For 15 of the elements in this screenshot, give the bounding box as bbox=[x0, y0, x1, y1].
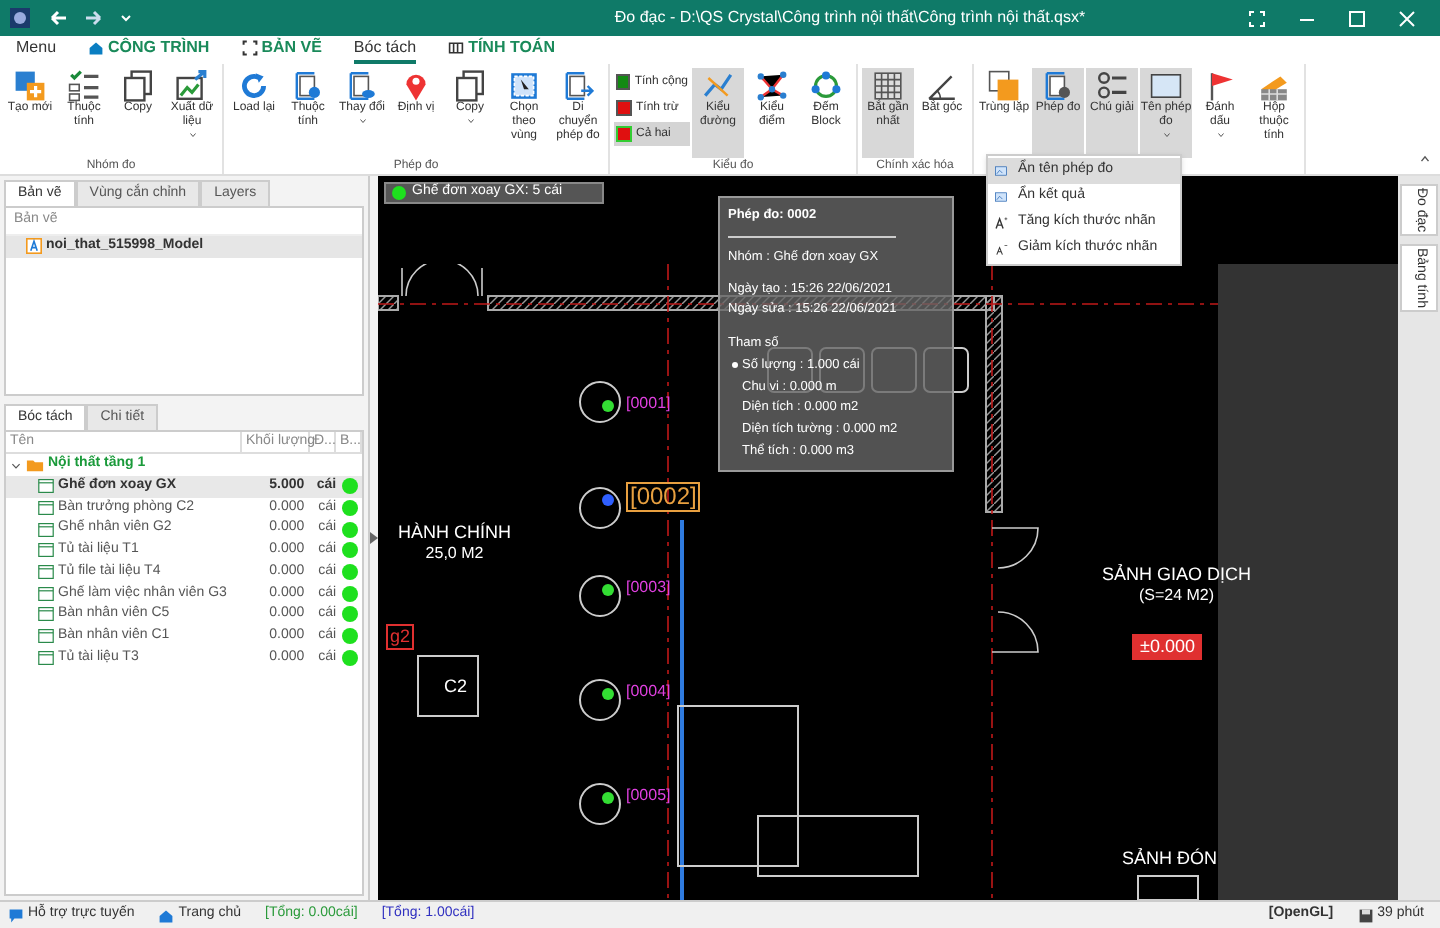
room-area: (S=24 M2) bbox=[1138, 584, 1215, 608]
menu-tab[interactable]: BẢN VẼ bbox=[241, 36, 322, 64]
drawing-tag: C2 bbox=[444, 676, 468, 698]
room-area: 25,0 M2 bbox=[425, 542, 484, 566]
level-mark: ±0.000 bbox=[1132, 634, 1203, 660]
menu-tab[interactable]: Menu bbox=[16, 36, 57, 64]
menu-tab[interactable]: TÍNH TOÁN bbox=[448, 36, 555, 64]
marker-label[interactable]: [0005] bbox=[626, 784, 671, 808]
room-name: SẢNH ĐÓN bbox=[1122, 848, 1218, 868]
drawing-tag: g2 bbox=[386, 624, 415, 650]
window-title: Đo đạc - D:\QS Crystal\Công trình nội thất\Công trình nội thất.qsx* bbox=[614, 6, 1086, 30]
marker-label[interactable]: [0003] bbox=[626, 576, 671, 600]
room-name: SẢNH GIAO DỊCH bbox=[1102, 564, 1252, 584]
room-name: HÀNH CHÍNH bbox=[398, 522, 512, 542]
menu-tab[interactable]: CÔNG TRÌNH bbox=[88, 36, 210, 64]
